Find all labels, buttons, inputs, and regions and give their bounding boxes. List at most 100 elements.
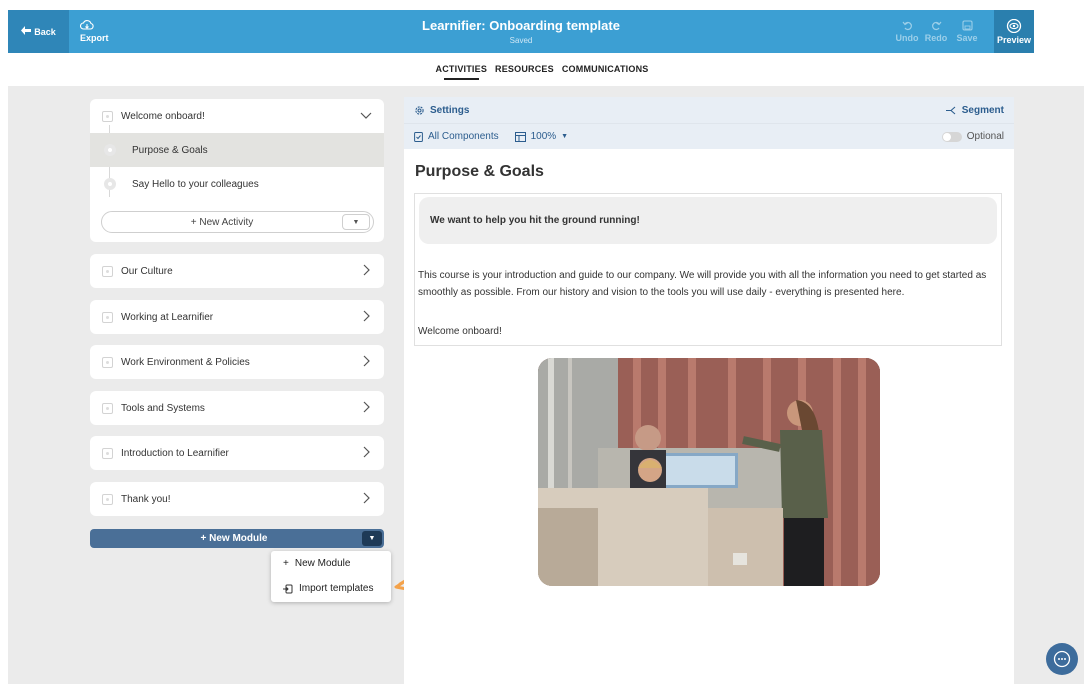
activity-label: Purpose & Goals [132,144,208,156]
module-card[interactable]: Work Environment & Policies [90,345,384,379]
module-marker-icon [102,493,113,505]
section-tabs: ACTIVITIES RESOURCES COMMUNICATIONS [0,64,1084,80]
office-photo[interactable] [538,358,880,586]
new-module-button[interactable]: + New Module ▼ [90,529,384,548]
chat-icon [1053,650,1071,668]
menu-item-import-templates[interactable]: Import templates [271,576,391,601]
toggle-switch[interactable] [941,131,962,142]
module-card[interactable]: Tools and Systems [90,391,384,425]
save-icon [961,20,973,31]
module-title: Thank you! [121,493,171,505]
closing-paragraph: Welcome onboard! [418,326,502,337]
chevron-right-icon[interactable] [360,492,372,504]
module-marker-icon [102,110,113,122]
callout-block: We want to help you hit the ground runni… [419,197,997,244]
module-marker-icon [102,447,113,459]
module-header[interactable]: Thank you! [90,482,384,516]
new-activity-label: + New Activity [190,216,254,228]
module-card[interactable]: Introduction to Learnifier [90,436,384,470]
activity-item[interactable]: Say Hello to your colleagues [90,167,384,201]
import-icon [283,584,293,593]
save-status: Saved [509,36,533,45]
zoom-select[interactable]: 100% ▼ [514,131,569,142]
segment-icon [945,106,956,114]
module-card[interactable]: Our Culture [90,254,384,288]
office-photo-illustration [538,358,880,586]
preview-label: Preview [996,34,1032,45]
all-components-label: All Components [428,131,499,142]
save-button[interactable]: Save [954,10,980,53]
editor-panel: Settings Segment All Components 100% ▼ O… [404,97,1014,684]
course-title: Learnifier: Onboarding template [422,18,620,33]
segment-label: Segment [961,104,1004,116]
module-card[interactable]: Thank you! [90,482,384,516]
chat-button[interactable] [1046,643,1078,675]
workspace: Welcome onboard! Purpose & Goals Say Hel… [8,86,1084,684]
zoom-label: 100% [530,131,557,142]
tab-resources[interactable]: RESOURCES [495,64,554,80]
undo-icon [902,21,912,31]
gear-icon [415,105,424,115]
new-module-dropdown: + New Module Import templates [271,551,391,602]
module-header[interactable]: Working at Learnifier [90,300,384,334]
redo-label: Redo [924,33,948,43]
clipboard-icon [414,132,423,142]
module-header[interactable]: Welcome onboard! [90,99,384,133]
tab-activities[interactable]: ACTIVITIES [436,64,488,80]
text-component[interactable]: We want to help you hit the ground runni… [414,193,1002,346]
undo-label: Undo [895,33,919,43]
top-toolbar: Back Export Learnifier: Onboarding templ… [8,10,1034,53]
module-title: Work Environment & Policies [121,356,250,368]
module-marker-icon [102,356,113,368]
eye-icon [1006,18,1022,33]
tab-communications[interactable]: COMMUNICATIONS [562,64,649,80]
segment-button[interactable]: Segment [945,104,1004,116]
module-title: Our Culture [121,265,173,277]
page-title: Purpose & Goals [415,163,544,180]
settings-button[interactable]: Settings [414,105,469,116]
optional-label: Optional [966,131,1004,142]
undo-button[interactable]: Undo [894,10,920,53]
all-components-button[interactable]: All Components [414,131,499,142]
module-title: Introduction to Learnifier [121,447,229,459]
module-header[interactable]: Introduction to Learnifier [90,436,384,470]
activity-marker-icon [104,144,116,156]
chevron-right-icon[interactable] [360,355,372,367]
module-header[interactable]: Work Environment & Policies [90,345,384,379]
redo-button[interactable]: Redo [923,10,949,53]
module-marker-icon [102,265,113,277]
chevron-right-icon[interactable] [360,264,372,276]
caret-down-icon: ▼ [561,133,569,140]
preview-button[interactable]: Preview [994,10,1034,53]
module-header[interactable]: Our Culture [90,254,384,288]
activity-label: Say Hello to your colleagues [132,178,259,190]
chevron-right-icon[interactable] [360,446,372,458]
menu-item-new-module[interactable]: + New Module [271,551,391,576]
caret-down-icon[interactable]: ▼ [342,214,370,230]
module-title: Working at Learnifier [121,311,214,323]
component-toolbar: All Components 100% ▼ Optional [404,123,1014,149]
new-module-label: + New Module [200,533,268,544]
new-activity-button[interactable]: + New Activity ▼ [101,211,374,233]
module-marker-icon [102,311,113,323]
optional-toggle[interactable]: Optional [941,131,1004,142]
redo-icon [931,21,941,31]
chevron-right-icon[interactable] [360,401,372,413]
module-title: Tools and Systems [121,402,205,414]
activity-marker-icon [104,178,116,190]
intro-paragraph: This course is your introduction and gui… [418,270,987,298]
layout-icon [514,131,526,142]
module-marker-icon [102,402,113,414]
module-card[interactable]: Working at Learnifier [90,300,384,334]
menu-item-label: New Module [294,558,351,569]
menu-item-label: Import templates [299,583,374,594]
module-header[interactable]: Tools and Systems [90,391,384,425]
activity-item[interactable]: Purpose & Goals [90,133,384,167]
caret-down-icon[interactable]: ▼ [362,531,382,546]
save-label: Save [956,33,978,43]
settings-label: Settings [430,104,470,116]
chevron-right-icon[interactable] [360,310,372,322]
editor-toolbar: Settings Segment [404,97,1014,123]
chevron-down-icon[interactable] [360,109,372,121]
module-card-expanded: Welcome onboard! Purpose & Goals Say Hel… [90,99,384,242]
